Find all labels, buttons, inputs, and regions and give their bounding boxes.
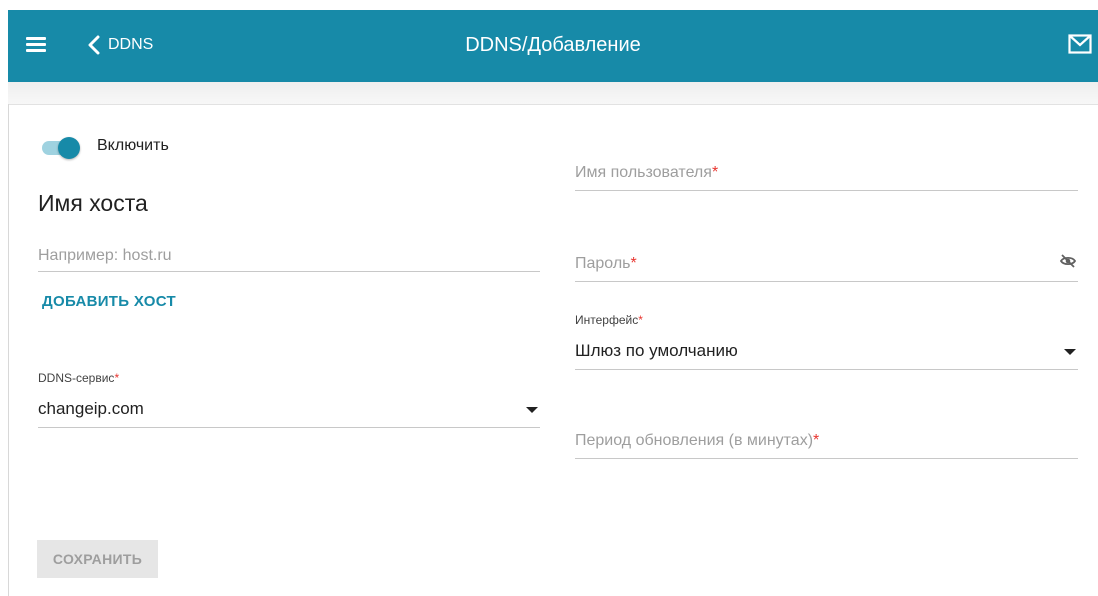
enable-label: Включить — [97, 137, 169, 154]
username-field[interactable]: Имя пользователя* — [575, 152, 1078, 191]
interface-value: Шлюз по умолчанию — [575, 341, 738, 360]
interface-label: Интерфейс* — [575, 313, 643, 327]
ddns-service-label: DDNS-сервис* — [38, 371, 120, 385]
password-field[interactable]: Пароль* — [575, 242, 1078, 282]
caret-down-icon — [1064, 349, 1076, 355]
host-field — [38, 232, 540, 272]
top-bar: DDNS DDNS/Добавление — [8, 10, 1098, 82]
enable-toggle[interactable] — [38, 136, 82, 159]
interface-select[interactable]: Шлюз по умолчанию — [575, 330, 1078, 370]
toggle-knob — [58, 137, 80, 159]
update-period-field[interactable]: Период обновления (в минутах)* — [575, 420, 1078, 459]
page-title: DDNS/Добавление — [465, 34, 641, 56]
caret-down-icon — [526, 407, 538, 413]
host-section-title: Имя хоста — [38, 190, 148, 216]
update-period-label: Период обновления (в минутах)* — [575, 432, 820, 449]
password-label: Пароль* — [575, 255, 637, 272]
content-border — [8, 104, 9, 596]
host-input[interactable] — [38, 247, 540, 265]
ddns-service-select[interactable]: changeip.com — [38, 388, 540, 428]
ddns-service-value: changeip.com — [38, 399, 144, 418]
save-button[interactable]: СОХРАНИТЬ — [37, 540, 158, 578]
eye-off-icon[interactable] — [1059, 254, 1077, 273]
add-host-button[interactable]: ДОБАВИТЬ ХОСТ — [42, 293, 176, 310]
username-label: Имя пользователя* — [575, 164, 719, 181]
sub-header-bar — [8, 82, 1098, 105]
mail-icon[interactable] — [1068, 34, 1092, 59]
